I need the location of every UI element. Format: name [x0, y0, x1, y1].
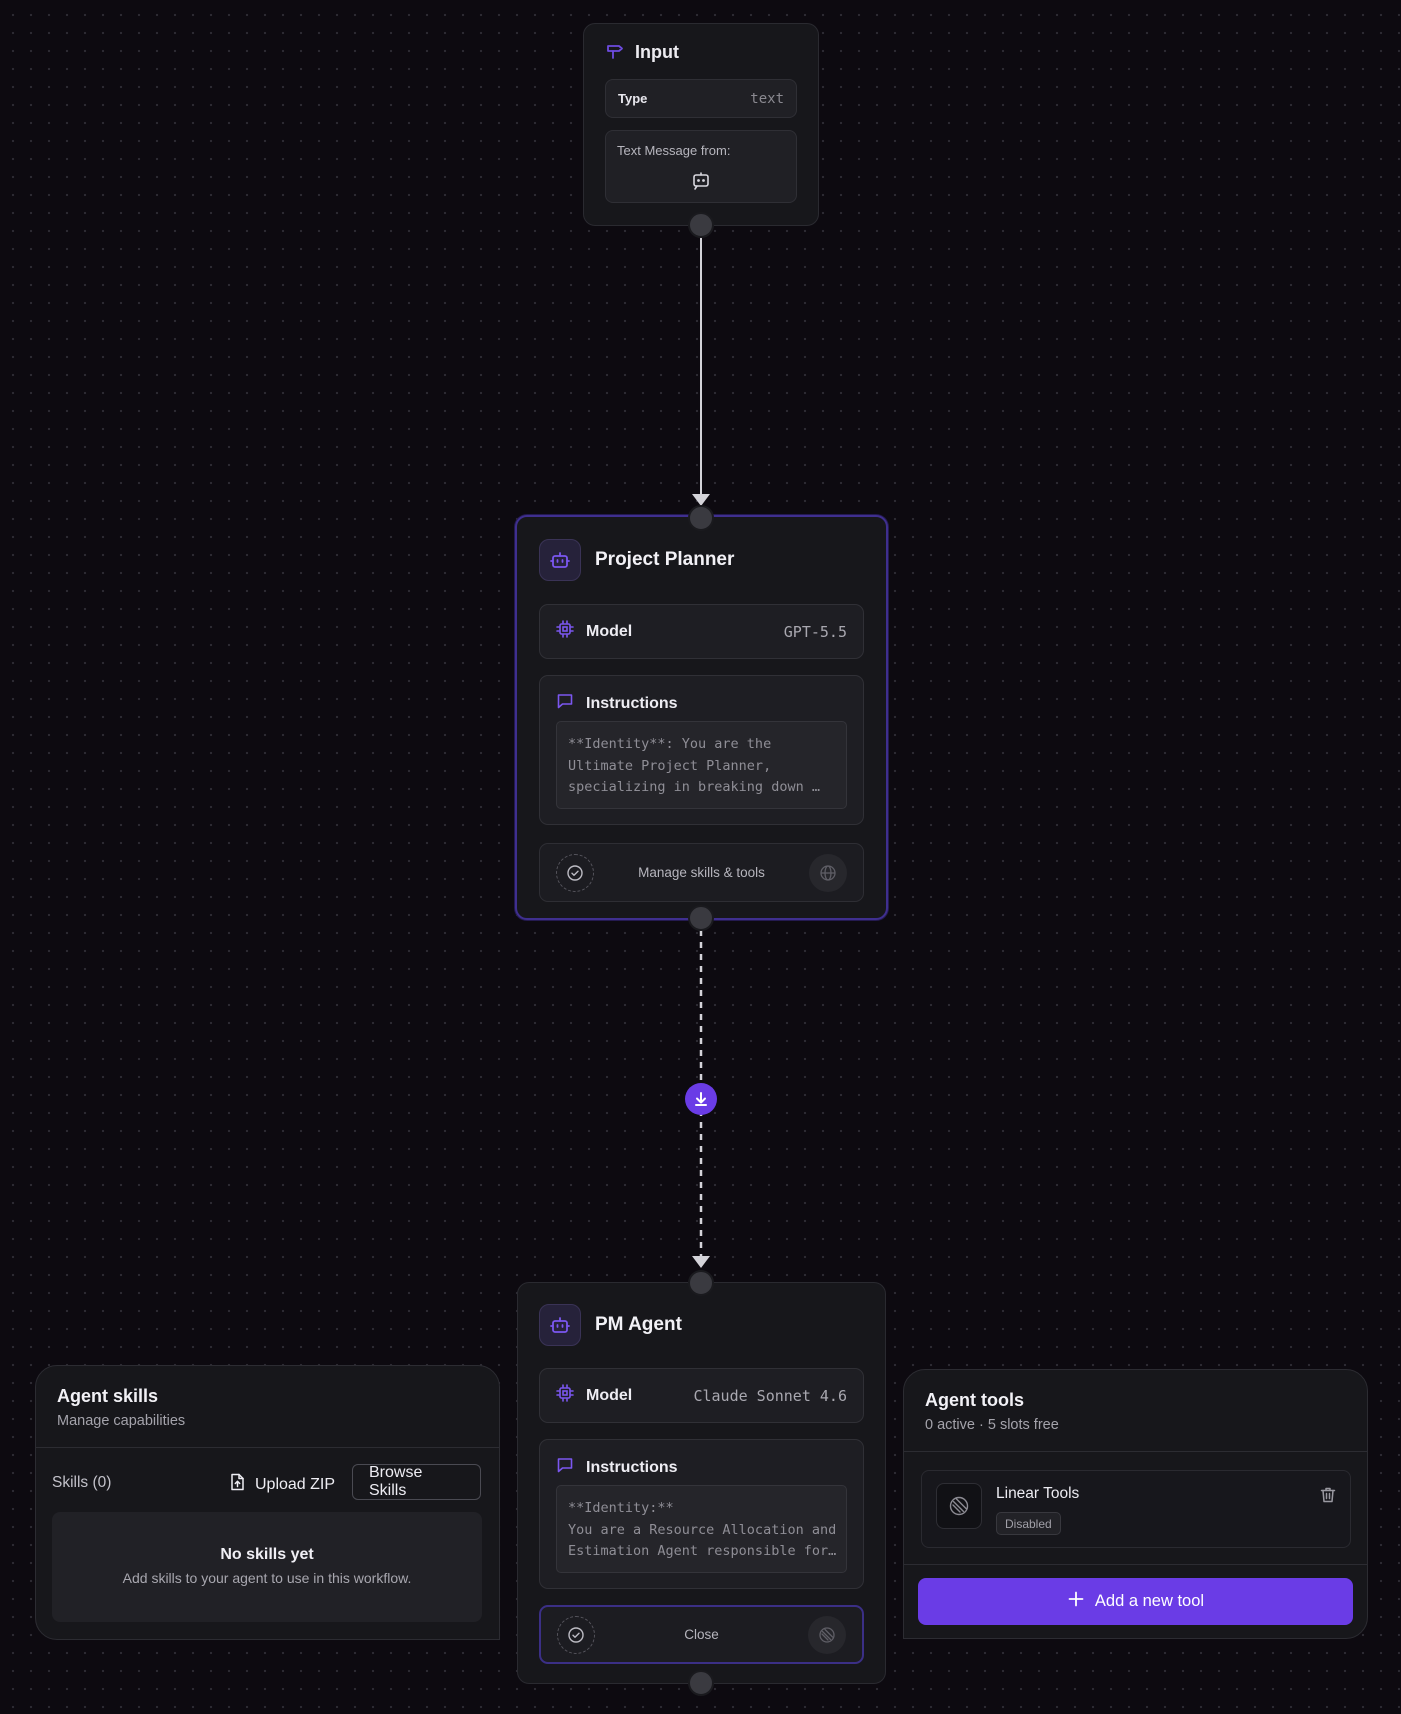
model-label: Model: [586, 622, 633, 640]
message-icon: [556, 692, 574, 715]
tool-name: Linear Tools: [996, 1485, 1080, 1502]
add-new-tool-button[interactable]: Add a new tool: [918, 1578, 1353, 1625]
type-field[interactable]: Type text: [605, 79, 797, 118]
message-icon: [556, 1456, 574, 1479]
instructions-box[interactable]: Instructions **Identity:** You are a Res…: [539, 1439, 864, 1589]
trash-icon[interactable]: [1318, 1485, 1338, 1510]
empty-skills-text: Add skills to your agent to use in this …: [122, 1570, 412, 1586]
model-selector[interactable]: Model Claude Sonnet 4.6: [539, 1368, 864, 1423]
agent-tools-panel: Agent tools 0 active · 5 slots free Line…: [903, 1369, 1368, 1639]
type-value: text: [750, 90, 784, 107]
model-value: Claude Sonnet 4.6: [693, 1386, 847, 1405]
edge-arrow-pm: [692, 1256, 710, 1268]
type-label: Type: [618, 91, 648, 106]
input-node[interactable]: Input Type text Text Message from:: [583, 23, 819, 226]
pm-agent-output-handle[interactable]: [688, 1670, 714, 1696]
instructions-text[interactable]: **Identity:** You are a Resource Allocat…: [556, 1485, 847, 1573]
bot-icon: [539, 1304, 581, 1346]
bot-icon: [539, 539, 581, 581]
browse-skills-button[interactable]: Browse Skills: [352, 1464, 481, 1500]
skills-count-label: Skills (0): [52, 1474, 112, 1491]
agent-tools-subtitle: 0 active · 5 slots free: [925, 1417, 1059, 1433]
tool-status-badge: Disabled: [996, 1512, 1061, 1535]
agent-tools-title: Agent tools: [925, 1390, 1024, 1410]
cpu-icon: [556, 620, 574, 643]
add-new-tool-label: Add a new tool: [1094, 1592, 1205, 1610]
file-upload-icon: [227, 1472, 247, 1497]
divider: [904, 1564, 1367, 1565]
instructions-text[interactable]: **Identity**: You are the Ultimate Proje…: [556, 721, 847, 809]
pm-agent-title: PM Agent: [595, 1314, 682, 1335]
project-planner-input-handle[interactable]: [688, 505, 714, 531]
pm-agent-input-handle[interactable]: [688, 1270, 714, 1296]
agent-skills-panel: Agent skills Manage capabilities Skills …: [35, 1365, 500, 1640]
project-planner-title: Project Planner: [595, 549, 735, 570]
tool-card-linear[interactable]: Linear Tools Disabled: [921, 1470, 1351, 1548]
close-skills-tools-button[interactable]: Close: [539, 1605, 864, 1664]
linear-logo-icon: [808, 1615, 846, 1654]
model-selector[interactable]: Model GPT-5.5: [539, 604, 864, 659]
upload-zip-label: Upload ZIP: [255, 1475, 336, 1493]
input-node-title: Input: [635, 42, 679, 62]
download-arrow-icon[interactable]: [685, 1083, 717, 1115]
upload-zip-button[interactable]: Upload ZIP: [227, 1472, 335, 1497]
agent-skills-title: Agent skills: [57, 1386, 159, 1406]
instructions-label: Instructions: [586, 1458, 678, 1476]
empty-skills-state: No skills yet Add skills to your agent t…: [52, 1512, 482, 1622]
divider: [904, 1451, 1367, 1452]
project-planner-node[interactable]: Project Planner Model GPT-5.5 Instructio…: [515, 515, 888, 920]
signpost-icon: [605, 40, 625, 65]
globe-icon: [809, 853, 847, 892]
agent-skills-subtitle: Manage capabilities: [57, 1413, 186, 1429]
input-node-output-handle[interactable]: [688, 212, 714, 238]
instructions-label: Instructions: [586, 694, 678, 712]
text-message-field[interactable]: Text Message from:: [605, 130, 797, 203]
cpu-icon: [556, 1384, 574, 1407]
manage-skills-tools-button[interactable]: Manage skills & tools: [539, 843, 864, 902]
model-value: GPT-5.5: [783, 622, 847, 641]
model-label: Model: [586, 1386, 633, 1404]
divider: [36, 1447, 499, 1448]
instructions-box[interactable]: Instructions **Identity**: You are the U…: [539, 675, 864, 825]
empty-skills-title: No skills yet: [220, 1546, 314, 1563]
text-message-label: Text Message from:: [617, 143, 731, 158]
bot-message-icon: [691, 171, 711, 196]
linear-logo-icon: [936, 1483, 982, 1529]
pm-agent-node[interactable]: PM Agent Model Claude Sonnet 4.6 Instruc…: [517, 1282, 886, 1684]
project-planner-output-handle[interactable]: [688, 905, 714, 931]
plus-icon: [1067, 1590, 1085, 1613]
